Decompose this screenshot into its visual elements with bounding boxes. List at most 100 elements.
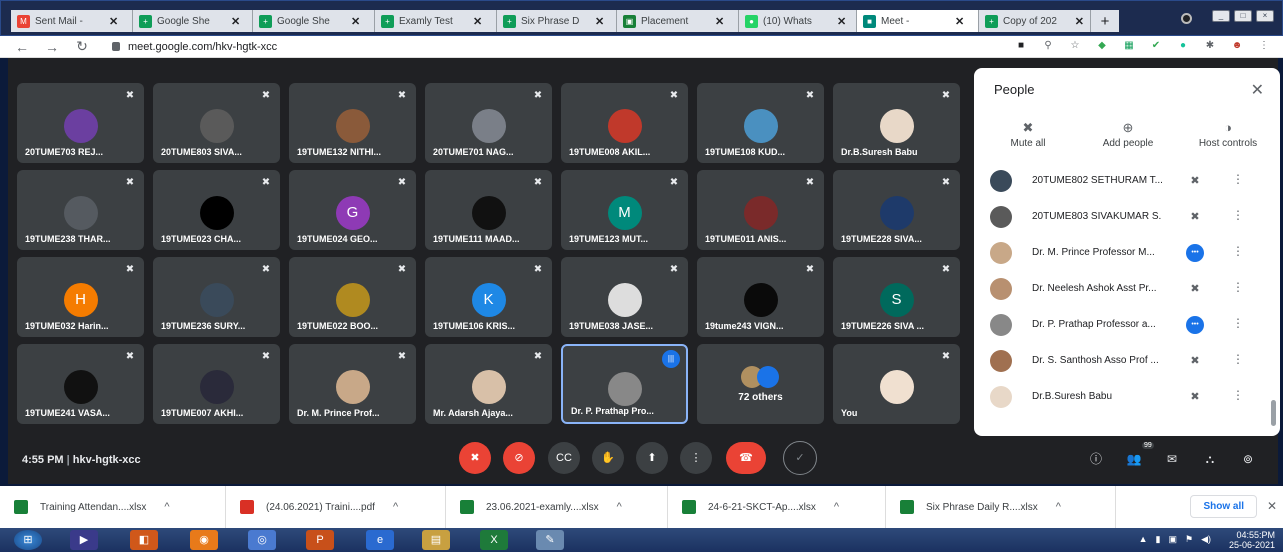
browser-menu-icon[interactable]: ⋮	[1257, 39, 1271, 53]
leave-call-button[interactable]: ☎	[726, 442, 766, 474]
download-item[interactable]: Training Attendan....xlsx ^	[0, 486, 226, 528]
participant-tile[interactable]: ✖ 19TUME111 MAAD...	[425, 170, 552, 250]
paint-icon[interactable]: ✎	[536, 530, 564, 550]
participant-row[interactable]: 20TUME802 SETHURAM T... ✖ ⋮	[974, 166, 1280, 196]
participant-tile[interactable]: ✖ 19TUME108 KUD...	[697, 83, 824, 163]
url-field[interactable]: meet.google.com/hkv-hgtk-xcc	[128, 41, 277, 53]
mic-off-icon[interactable]: ✖	[1186, 352, 1204, 370]
more-options-icon[interactable]: ⋮	[1232, 244, 1244, 258]
tab-close-icon[interactable]: ✕	[231, 15, 240, 28]
present-button[interactable]: ⬆	[636, 442, 668, 474]
signal-icon[interactable]: ▮	[1156, 534, 1161, 545]
more-options-icon[interactable]: ⋮	[1232, 172, 1244, 186]
camera-toggle-button[interactable]: ⊘	[503, 442, 535, 474]
participant-tile[interactable]: ✖ 19TUME008 AKIL...	[561, 83, 688, 163]
download-item[interactable]: 24-6-21-SKCT-Ap....xlsx ^	[668, 486, 886, 528]
participant-tile[interactable]: ✖ 19TUME011 ANIS...	[697, 170, 824, 250]
participant-tile[interactable]: ✖ H 19TUME032 Harin...	[17, 257, 144, 337]
mic-off-icon[interactable]: ✖	[1186, 388, 1204, 406]
show-all-button[interactable]: Show all	[1190, 495, 1257, 518]
chevron-up-icon[interactable]: ^	[617, 501, 622, 513]
participant-row[interactable]: Dr. S. Santhosh Asso Prof ... ✖ ⋮	[974, 346, 1280, 376]
participant-tile[interactable]: ✖ 19TUME023 CHA...	[153, 170, 280, 250]
zoom-icon[interactable]: ⚲	[1041, 39, 1055, 53]
participant-tile[interactable]: ✖ 19TUME038 JASE...	[561, 257, 688, 337]
participant-tile[interactable]: ✖ 19TUME238 THAR...	[17, 170, 144, 250]
firefox-icon[interactable]: ◉	[190, 530, 218, 550]
excel-icon[interactable]: X	[480, 530, 508, 550]
close-panel-icon[interactable]: ✕	[1251, 80, 1264, 100]
participant-tile[interactable]: ✖ S 19TUME226 SIVA ...	[833, 257, 960, 337]
camera-icon[interactable]: ■	[1014, 39, 1028, 53]
download-item[interactable]: Six Phrase Daily R....xlsx ^	[886, 486, 1116, 528]
participant-tile[interactable]: ✖ You	[833, 344, 960, 424]
participant-tile[interactable]: ✖ Mr. Adarsh Ajaya...	[425, 344, 552, 424]
download-item[interactable]: 23.06.2021-examly....xlsx ^	[446, 486, 668, 528]
check-button[interactable]: ✓	[783, 441, 817, 475]
mic-off-icon[interactable]: ✖	[1186, 280, 1204, 298]
tab-close-icon[interactable]: ✕	[955, 15, 964, 28]
participant-tile[interactable]: ✖ K 19TUME106 KRIS...	[425, 257, 552, 337]
mic-off-icon[interactable]: ✖	[1186, 172, 1204, 190]
participant-tile[interactable]: ✖ 20TUME701 NAG...	[425, 83, 552, 163]
participant-row[interactable]: Dr.B.Suresh Babu ✖ ⋮	[974, 382, 1280, 412]
participant-tile[interactable]: ✖ 19TUME241 VASA...	[17, 344, 144, 424]
participant-tile[interactable]: ✖ G 19TUME024 GEO...	[289, 170, 416, 250]
chat-icon[interactable]: ✉	[1162, 449, 1182, 469]
participant-tile[interactable]: ✖ 19TUME228 SIVA...	[833, 170, 960, 250]
office-icon[interactable]: ◧	[130, 530, 158, 550]
chevron-up-icon[interactable]: ^	[1056, 501, 1061, 513]
extension-check-icon[interactable]: ✔	[1149, 39, 1163, 53]
file-explorer-icon[interactable]: ▤	[422, 530, 450, 550]
tab-4[interactable]: + Examly Test ✕	[375, 10, 497, 32]
mic-toggle-button[interactable]: ✖	[459, 442, 491, 474]
new-tab-button[interactable]: +	[1091, 10, 1119, 32]
tab-close-icon[interactable]: ✕	[837, 15, 846, 28]
volume-icon[interactable]: ◀)	[1201, 534, 1211, 545]
tab-close-icon[interactable]: ✕	[595, 15, 604, 28]
maximize-icon[interactable]: □	[1234, 10, 1252, 22]
chevron-up-icon[interactable]: ^	[834, 501, 839, 513]
extension-sheets-icon[interactable]: ▦	[1122, 39, 1136, 53]
tab-close-icon[interactable]: ✕	[715, 15, 724, 28]
back-icon[interactable]: ←	[14, 39, 30, 55]
tab-1[interactable]: M Sent Mail - ✕	[11, 10, 133, 32]
star-icon[interactable]: ☆	[1068, 39, 1082, 53]
tab-close-icon[interactable]: ✕	[473, 15, 482, 28]
participant-row[interactable]: Dr. M. Prince Professor M... ••• ⋮	[974, 238, 1280, 268]
flag-icon[interactable]: ⚑	[1185, 534, 1193, 545]
chevron-up-icon[interactable]: ^	[164, 501, 169, 513]
internet-explorer-icon[interactable]: e	[366, 530, 394, 550]
raise-hand-button[interactable]: ✋	[592, 442, 624, 474]
participant-tile[interactable]: ✖ 19TUME022 BOO...	[289, 257, 416, 337]
tab-close-icon[interactable]: ✕	[351, 15, 360, 28]
tray-arrow-icon[interactable]: ▲	[1139, 534, 1148, 545]
extension-drive-icon[interactable]: ◆	[1095, 39, 1109, 53]
start-button[interactable]: ⊞	[14, 530, 42, 550]
host-controls-button[interactable]: ◑ Host controls	[1180, 120, 1276, 149]
chevron-up-icon[interactable]: ^	[393, 501, 398, 513]
captions-button[interactable]: CC	[548, 442, 580, 474]
more-options-icon[interactable]: ⋮	[1232, 280, 1244, 294]
more-options-icon[interactable]: ⋮	[1232, 316, 1244, 330]
tab-5[interactable]: + Six Phrase D ✕	[497, 10, 617, 32]
participant-row[interactable]: 20TUME803 SIVAKUMAR S. ✖ ⋮	[974, 202, 1280, 232]
media-player-icon[interactable]: ▶	[70, 530, 98, 550]
participant-tile[interactable]: ✖ 19TUME007 AKHI...	[153, 344, 280, 424]
participant-tile[interactable]: ✖ M 19TUME123 MUT...	[561, 170, 688, 250]
participant-tile[interactable]: ✖ Dr. M. Prince Prof...	[289, 344, 416, 424]
lock-icon[interactable]	[112, 42, 120, 51]
participant-tile[interactable]: ||| Dr. P. Prathap Pro...	[561, 344, 688, 424]
more-options-icon[interactable]: ⋮	[1232, 352, 1244, 366]
chrome-icon[interactable]: ◎	[248, 530, 276, 550]
tab-close-icon[interactable]: ✕	[109, 15, 118, 28]
speaking-indicator-icon[interactable]: •••	[1186, 316, 1204, 334]
account-avatar-icon[interactable]: ☻	[1230, 39, 1244, 53]
panel-scrollbar[interactable]	[1271, 400, 1276, 426]
participant-row[interactable]: Dr. Neelesh Ashok Asst Pr... ✖ ⋮	[974, 274, 1280, 304]
close-window-icon[interactable]: ×	[1256, 10, 1274, 22]
extensions-puzzle-icon[interactable]: ✱	[1203, 39, 1217, 53]
extension-grammarly-icon[interactable]: ●	[1176, 39, 1190, 53]
participant-row[interactable]: Dr. P. Prathap Professor a... ••• ⋮	[974, 310, 1280, 340]
tab-9[interactable]: + Copy of 202 ✕	[979, 10, 1091, 32]
